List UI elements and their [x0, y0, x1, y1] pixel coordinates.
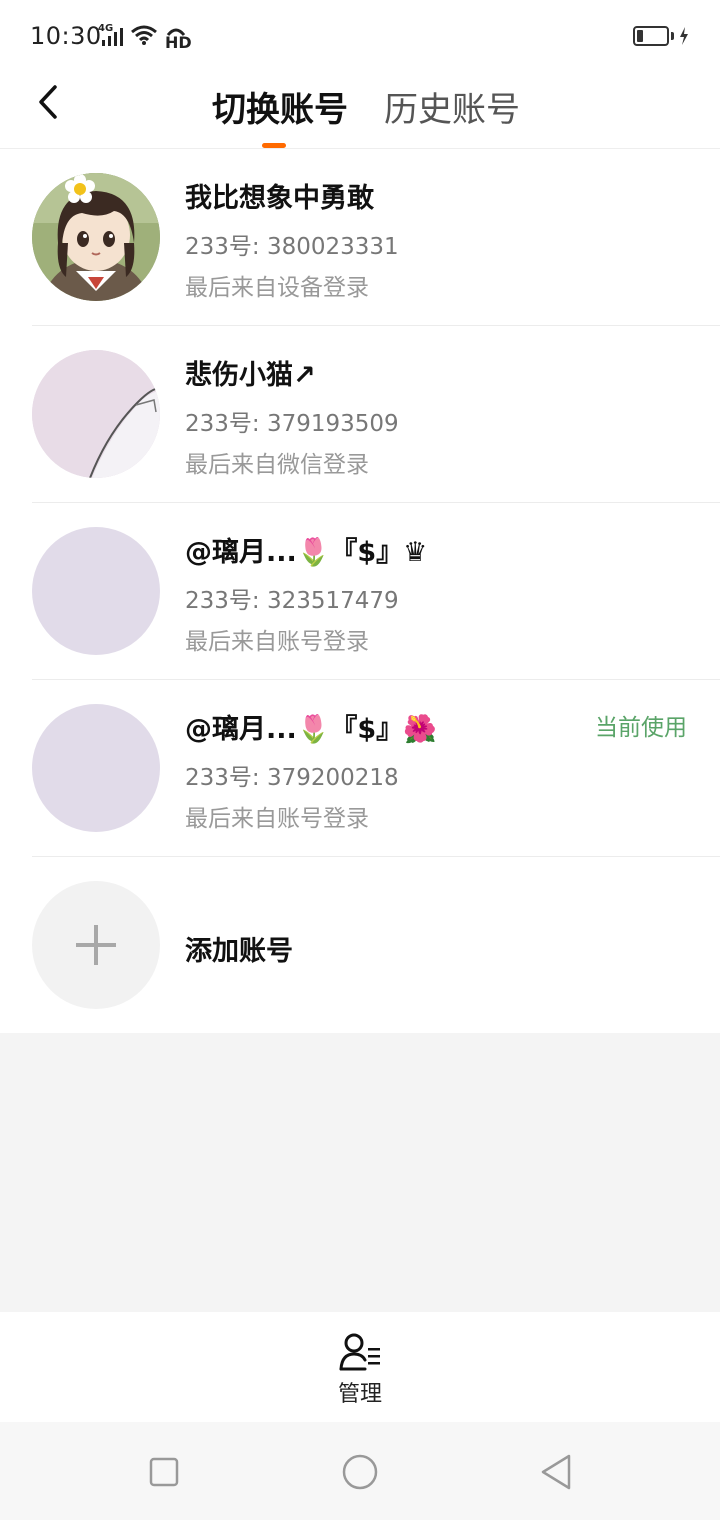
tab-switch-account[interactable]: 切换账号	[212, 82, 348, 131]
circle-icon	[342, 1454, 378, 1490]
square-icon	[149, 1457, 179, 1487]
avatar	[32, 350, 160, 478]
signal-icon: 4G	[98, 23, 124, 48]
avatar	[32, 527, 160, 655]
account-name: @璃月...🌷『$』♛	[185, 537, 428, 568]
account-login-source: 最后来自微信登录	[185, 452, 369, 478]
charging-icon	[680, 27, 688, 45]
current-account-badge: 当前使用	[595, 715, 687, 741]
manage-button[interactable]: 管理	[320, 1332, 400, 1412]
bottom-bar: 管理	[0, 1312, 720, 1422]
avatar	[32, 173, 160, 301]
battery-icon	[633, 26, 690, 46]
manage-label: 管理	[337, 1382, 382, 1407]
account-id: 233号: 323517479	[185, 588, 399, 614]
account-id: 233号: 379200218	[185, 765, 399, 791]
tab-indicator	[262, 143, 286, 148]
account-id: 233号: 380023331	[185, 234, 399, 260]
tab-history-account[interactable]: 历史账号	[384, 82, 520, 131]
avatar	[32, 704, 160, 832]
triangle-back-icon	[541, 1454, 571, 1490]
add-account-button[interactable]: 添加账号	[0, 857, 720, 1033]
system-nav-bar	[0, 1422, 720, 1520]
account-id: 233号: 379193509	[185, 411, 399, 437]
chevron-left-icon	[39, 85, 57, 119]
account-login-source: 最后来自设备登录	[185, 275, 369, 301]
hd-icon: HD	[164, 25, 192, 52]
account-row[interactable]: @璃月...🌷『$』♛ 233号: 323517479 最后来自账号登录	[0, 503, 720, 680]
hd-label: HD	[165, 33, 192, 52]
account-row[interactable]: 悲伤小猫↗ 233号: 379193509 最后来自微信登录	[0, 326, 720, 503]
system-back-button[interactable]	[536, 1452, 576, 1492]
account-name: 我比想象中勇敢	[185, 183, 374, 214]
recent-apps-button[interactable]	[144, 1452, 184, 1492]
account-name: 悲伤小猫↗	[185, 360, 316, 391]
account-list: 我比想象中勇敢 233号: 380023331 最后来自设备登录 悲伤小猫↗ 2…	[0, 149, 720, 1033]
wifi-icon	[130, 24, 158, 50]
status-time: 10:30	[30, 22, 102, 50]
plus-icon	[76, 925, 116, 965]
user-list-icon	[339, 1333, 380, 1371]
account-login-source: 最后来自账号登录	[185, 806, 369, 832]
add-avatar	[32, 881, 160, 1009]
account-row[interactable]: 我比想象中勇敢 233号: 380023331 最后来自设备登录	[0, 149, 720, 326]
status-icons: 4G HD	[98, 23, 192, 52]
home-button[interactable]	[340, 1452, 380, 1492]
account-row[interactable]: @璃月...🌷『$』🌺 当前使用 233号: 379200218 最后来自账号登…	[0, 680, 720, 857]
add-account-label: 添加账号	[185, 936, 293, 967]
empty-area	[0, 1033, 720, 1312]
back-button[interactable]	[26, 80, 70, 124]
status-bar: 10:30 4G HD	[0, 0, 720, 72]
header: 切换账号 历史账号	[0, 72, 720, 149]
network-type-label: 4G	[98, 23, 114, 34]
account-login-source: 最后来自账号登录	[185, 629, 369, 655]
account-name: @璃月...🌷『$』🌺	[185, 714, 437, 745]
